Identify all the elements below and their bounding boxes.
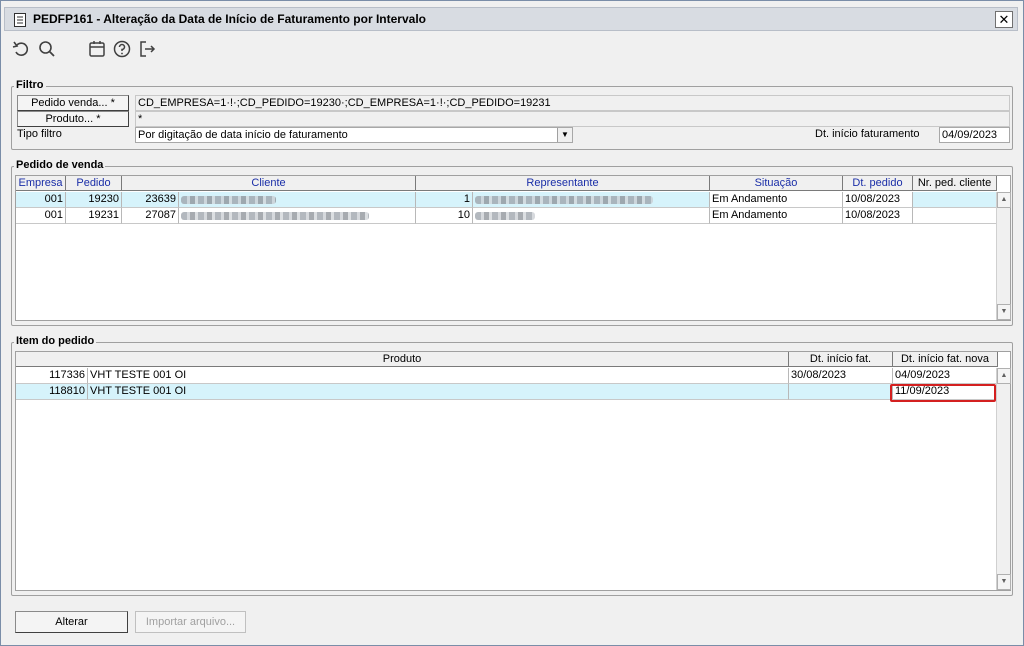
table-row[interactable]: 001 19231 27087 10 Em Andamento 10/08/20… (16, 208, 997, 224)
col-cliente[interactable]: Cliente (122, 176, 416, 191)
window-title: PEDFP161 - Alteração da Data de Início d… (33, 12, 426, 26)
cell-cliente-nome (179, 208, 416, 224)
pedido-venda-group: Pedido de venda Empresa Pedido Cliente R… (11, 159, 1013, 326)
toolbar (9, 37, 1017, 61)
exit-icon[interactable] (137, 39, 157, 59)
cell-repr-codigo: 10 (416, 208, 473, 224)
close-button[interactable]: ✕ (995, 11, 1013, 28)
redacted-text (181, 196, 276, 204)
close-icon: ✕ (998, 12, 1010, 27)
col-nr-ped-cliente[interactable]: Nr. ped. cliente (913, 176, 997, 191)
pedido-venda-button-label: Pedido venda... * (31, 97, 115, 109)
col-dt-pedido[interactable]: Dt. pedido (843, 176, 913, 191)
table-row[interactable]: 118810 VHT TESTE 001 OI 11/09/2023 (16, 384, 997, 400)
tipo-filtro-label: Tipo filtro (17, 128, 62, 140)
cell-dt-inicio-fat-nova[interactable]: 04/09/2023 (893, 368, 997, 384)
cell-situacao: Em Andamento (710, 208, 843, 224)
table-row[interactable]: 117336 VHT TESTE 001 OI 30/08/2023 04/09… (16, 368, 997, 384)
pedido-venda-title: Pedido de venda (14, 159, 106, 171)
cell-pedido: 19230 (66, 192, 122, 208)
pedido-venda-scrollbar[interactable]: ▲ ▼ (996, 192, 1011, 320)
cell-dt-inicio-fat: 30/08/2023 (789, 368, 893, 384)
help-icon[interactable] (112, 39, 132, 59)
cell-produto: VHT TESTE 001 OI (88, 384, 789, 400)
dt-inicio-label: Dt. início faturamento (815, 128, 920, 140)
chevron-down-icon[interactable]: ▼ (557, 128, 572, 142)
importar-arquivo-button-label: Importar arquivo... (145, 616, 236, 628)
col-representante[interactable]: Representante (416, 176, 710, 191)
scroll-up-icon[interactable]: ▲ (997, 368, 1011, 384)
tipo-filtro-select[interactable]: Por digitação de data início de faturame… (135, 127, 573, 143)
filtro-title: Filtro (14, 79, 46, 91)
cell-dt-inicio-fat (789, 384, 893, 400)
produto-button-label: Produto... * (45, 113, 101, 125)
alterar-button[interactable]: Alterar (15, 611, 128, 633)
table-row[interactable]: 001 19230 23639 1 Em Andamento 10/08/202… (16, 192, 997, 208)
pedido-venda-button[interactable]: Pedido venda... * (17, 95, 129, 111)
cell-cliente-codigo: 23639 (122, 192, 179, 208)
redacted-text (181, 212, 369, 220)
scroll-down-icon[interactable]: ▼ (997, 304, 1011, 320)
col-pedido[interactable]: Pedido (66, 176, 122, 191)
col-dt-inicio-fat[interactable]: Dt. início fat. (789, 352, 893, 367)
cell-codigo: 117336 (16, 368, 88, 384)
document-icon (13, 12, 27, 31)
redacted-text (475, 196, 653, 204)
cell-repr-codigo: 1 (416, 192, 473, 208)
col-produto[interactable]: Produto (16, 352, 789, 367)
cell-codigo: 118810 (16, 384, 88, 400)
calendar-icon[interactable] (87, 39, 107, 59)
cell-pedido: 19231 (66, 208, 122, 224)
cell-dt-pedido: 10/08/2023 (843, 192, 913, 208)
main-window: PEDFP161 - Alteração da Data de Início d… (0, 0, 1024, 646)
cell-empresa: 001 (16, 208, 66, 224)
item-pedido-scrollbar[interactable]: ▲ ▼ (996, 368, 1011, 590)
filtro-group: Filtro Pedido venda... * CD_EMPRESA=1·!·… (11, 79, 1013, 150)
scroll-down-icon[interactable]: ▼ (997, 574, 1011, 590)
cell-produto: VHT TESTE 001 OI (88, 368, 789, 384)
col-empresa[interactable]: Empresa (16, 176, 66, 191)
cell-cliente-nome (179, 192, 416, 208)
col-dt-inicio-fat-nova[interactable]: Dt. início fat. nova (893, 352, 998, 367)
alterar-button-label: Alterar (55, 616, 88, 628)
cell-dt-pedido: 10/08/2023 (843, 208, 913, 224)
cell-repr-nome (473, 208, 710, 224)
item-pedido-title: Item do pedido (14, 335, 97, 347)
cell-repr-nome (473, 192, 710, 208)
search-icon[interactable] (37, 39, 57, 59)
title-bar: PEDFP161 - Alteração da Data de Início d… (4, 7, 1018, 31)
undo-icon[interactable] (11, 39, 31, 59)
cell-empresa: 001 (16, 192, 66, 208)
highlight-annotation (890, 384, 996, 402)
redacted-text (475, 212, 535, 220)
importar-arquivo-button[interactable]: Importar arquivo... (135, 611, 246, 633)
produto-field[interactable]: * (135, 111, 1010, 127)
scroll-up-icon[interactable]: ▲ (997, 192, 1011, 208)
cell-cliente-codigo: 27087 (122, 208, 179, 224)
pedido-venda-field[interactable]: CD_EMPRESA=1·!·;CD_PEDIDO=19230·;CD_EMPR… (135, 95, 1010, 111)
produto-button[interactable]: Produto... * (17, 111, 129, 127)
item-pedido-table: Produto Dt. início fat. Dt. início fat. … (15, 351, 1011, 591)
cell-nr-ped-cliente (913, 192, 997, 208)
item-pedido-group: Item do pedido Produto Dt. início fat. D… (11, 335, 1013, 596)
pedido-venda-table: Empresa Pedido Cliente Representante Sit… (15, 175, 1011, 321)
tipo-filtro-value: Por digitação de data início de faturame… (138, 129, 348, 141)
cell-nr-ped-cliente (913, 208, 997, 224)
dt-inicio-field[interactable]: 04/09/2023 (939, 127, 1010, 143)
col-situacao[interactable]: Situação (710, 176, 843, 191)
cell-situacao: Em Andamento (710, 192, 843, 208)
